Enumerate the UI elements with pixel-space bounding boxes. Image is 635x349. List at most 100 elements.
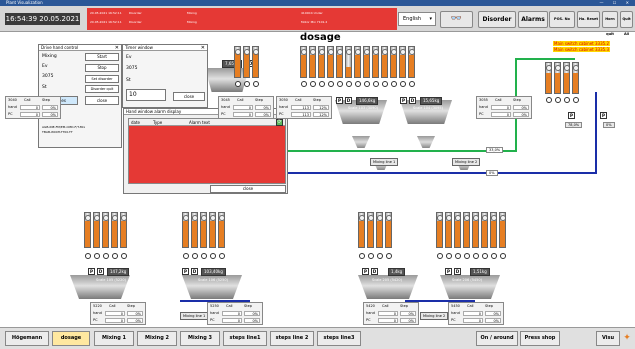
valve-icon[interactable] xyxy=(210,253,216,259)
counter-value[interactable]: 0% xyxy=(400,311,416,316)
counter-value[interactable]: 0 xyxy=(491,105,511,110)
counter-value[interactable]: 0 xyxy=(105,311,125,316)
bottom-bin-3-6[interactable] xyxy=(490,212,497,259)
scale-205-d-button[interactable]: D xyxy=(371,268,378,275)
bin-2-1[interactable] xyxy=(554,62,561,103)
warning-1[interactable]: Main switch cabinet 3335.2 xyxy=(553,41,610,46)
valve-icon[interactable] xyxy=(482,253,488,259)
tab-mixing-2[interactable]: Mixing 2 xyxy=(137,331,177,346)
tab-steps-line-2[interactable]: steps line 2 xyxy=(270,331,314,346)
bottom-bin-2-0[interactable] xyxy=(358,212,365,259)
bottom-bin-3-0[interactable] xyxy=(436,212,443,259)
drive-panel-close-icon[interactable]: ✕ xyxy=(115,45,119,51)
bottom-bin-0-3[interactable] xyxy=(111,212,118,259)
refresh-icon[interactable]: ⟳ xyxy=(276,119,283,126)
drive-close-button[interactable]: close xyxy=(85,96,119,105)
valve-icon[interactable] xyxy=(328,81,334,87)
tab-steps-line1[interactable]: steps line1 xyxy=(223,331,267,346)
valve-icon[interactable] xyxy=(564,97,570,103)
bottom-mixing-line-2-button[interactable]: Mixing line 2 xyxy=(420,312,449,320)
counter-value[interactable]: 0% xyxy=(42,105,58,110)
timer-close-button[interactable]: close xyxy=(173,92,205,101)
counter-value[interactable]: 0% xyxy=(485,318,501,323)
tab-steps-line3[interactable]: steps line3 xyxy=(317,331,361,346)
bin-1-2[interactable] xyxy=(318,46,325,87)
scale-104-d-button[interactable]: D xyxy=(409,97,416,104)
valve-icon[interactable] xyxy=(319,81,325,87)
valve-icon[interactable] xyxy=(377,253,383,259)
bin-1-1[interactable] xyxy=(309,46,316,87)
valve-icon[interactable] xyxy=(446,253,452,259)
bottom-bin-0-1[interactable] xyxy=(93,212,100,259)
scale-106-d-button[interactable]: D xyxy=(191,268,198,275)
valve-icon[interactable] xyxy=(253,81,259,87)
pos-no-button[interactable]: POS. No xyxy=(549,11,575,28)
bin-2-2[interactable] xyxy=(563,62,570,103)
bottom-bin-1-4[interactable] xyxy=(218,212,225,259)
valve-icon[interactable] xyxy=(337,81,343,87)
valve-icon[interactable] xyxy=(364,81,370,87)
language-select[interactable]: English ▾ xyxy=(398,12,436,26)
tab-mixing-3[interactable]: Mixing 3 xyxy=(180,331,220,346)
horn-quit-button[interactable]: Horn quit xyxy=(602,11,618,36)
counter-value[interactable]: 0 xyxy=(222,318,242,323)
valve-icon[interactable] xyxy=(112,253,118,259)
disorder-quit-button[interactable]: Disorder quit xyxy=(85,85,119,93)
bin-1-0[interactable] xyxy=(300,46,307,87)
alarm-popup-close-button[interactable]: close xyxy=(210,185,286,193)
valve-icon[interactable] xyxy=(373,81,379,87)
bottom-bin-3-4[interactable] xyxy=(472,212,479,259)
bin-1-10[interactable] xyxy=(390,46,397,87)
scale-205-p-button[interactable]: P xyxy=(362,268,369,275)
timer-value-input[interactable]: 10 xyxy=(126,89,166,101)
counter-value[interactable]: 0% xyxy=(42,112,58,117)
tab-mixing-1[interactable]: Mixing 1 xyxy=(94,331,134,346)
valve-icon[interactable] xyxy=(573,97,579,103)
scale-106-p-button[interactable]: P xyxy=(182,268,189,275)
counter-value[interactable]: 12% xyxy=(313,105,329,110)
bottom-bin-2-1[interactable] xyxy=(367,212,374,259)
right-p-button-2[interactable]: P xyxy=(600,112,607,119)
valve-icon[interactable] xyxy=(94,253,100,259)
disorder-button[interactable]: Disorder xyxy=(478,11,516,28)
counter-value[interactable]: 0 xyxy=(20,105,40,110)
valve-icon[interactable] xyxy=(555,97,561,103)
bin-2-0[interactable] xyxy=(545,62,552,103)
bin-1-3[interactable] xyxy=(327,46,334,87)
scale-103-p-button[interactable]: P xyxy=(336,97,343,104)
bottom-bin-1-2[interactable] xyxy=(200,212,207,259)
valve-icon[interactable] xyxy=(400,81,406,87)
bottom-bin-2-2[interactable] xyxy=(376,212,383,259)
tab-visu[interactable]: Visu xyxy=(596,331,620,346)
valve-icon[interactable] xyxy=(103,253,109,259)
valve-icon[interactable] xyxy=(455,253,461,259)
counter-value[interactable]: 0% xyxy=(127,318,143,323)
alarm-strip[interactable]: 20.05.2021 16:52:11 Disorder Mixing 4100… xyxy=(87,8,397,30)
bottom-bin-0-0[interactable] xyxy=(84,212,91,259)
bin-1-12[interactable] xyxy=(408,46,415,87)
start-button[interactable]: Start xyxy=(85,53,119,61)
tab-on-around[interactable]: On / around xyxy=(476,331,518,346)
valve-icon[interactable] xyxy=(464,253,470,259)
counter-value[interactable]: 0% xyxy=(255,112,271,117)
counter-value[interactable]: 113 xyxy=(291,112,311,117)
counter-value[interactable]: 0% xyxy=(244,311,260,316)
valve-icon[interactable] xyxy=(382,81,388,87)
bin-1-8[interactable] xyxy=(372,46,379,87)
scale-105-d-button[interactable]: D xyxy=(97,268,104,275)
counter-value[interactable]: 0% xyxy=(513,105,529,110)
scale-104-p-button[interactable]: P xyxy=(400,97,407,104)
bottom-bin-3-1[interactable] xyxy=(445,212,452,259)
scale-206-p-button[interactable]: P xyxy=(445,268,452,275)
counter-value[interactable]: 0% xyxy=(485,311,501,316)
scale-206-d-button[interactable]: D xyxy=(454,268,461,275)
scale-105-p-button[interactable]: P xyxy=(88,268,95,275)
bin-1-6[interactable] xyxy=(354,46,361,87)
binoculars-button[interactable]: 👓 xyxy=(440,11,473,28)
counter-value[interactable]: 0 xyxy=(222,311,242,316)
counter-value[interactable]: 12% xyxy=(313,112,329,117)
right-p-button-1[interactable]: P xyxy=(568,112,575,119)
counter-value[interactable]: 113 xyxy=(291,105,311,110)
counter-value[interactable]: 0% xyxy=(127,311,143,316)
valve-icon[interactable] xyxy=(219,253,225,259)
